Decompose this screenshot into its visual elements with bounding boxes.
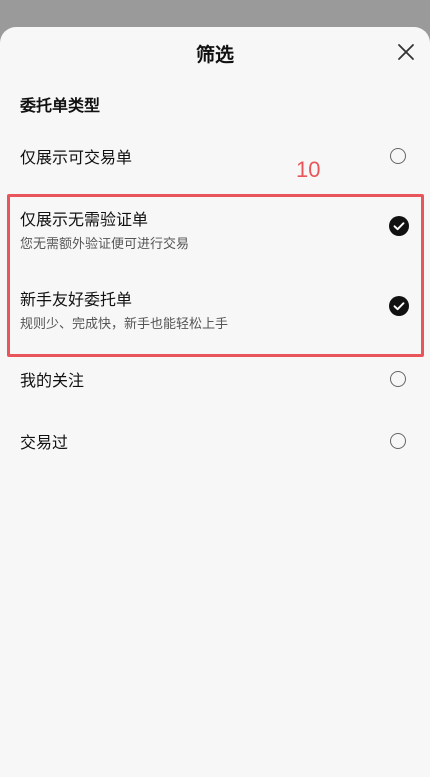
option-label: 仅展示无需验证单 (20, 210, 149, 229)
option-sublabel: 您无需额外验证便可进行交易 (20, 237, 190, 252)
annotation-number: 10 (296, 157, 321, 182)
radio-unchecked-icon[interactable] (390, 371, 406, 387)
option-traded-before[interactable]: 交易过 (0, 429, 430, 459)
option-label: 我的关注 (20, 371, 85, 390)
option-label: 仅展示可交易单 (20, 148, 133, 167)
option-beginner-friendly[interactable]: 新手友好委托单 规则少、完成快，新手也能轻松上手 (0, 286, 430, 336)
close-icon[interactable] (396, 42, 416, 62)
option-tradable-only[interactable]: 仅展示可交易单 (0, 144, 430, 174)
option-label: 新手友好委托单 (20, 290, 133, 309)
check-circle-icon[interactable] (389, 216, 409, 236)
option-no-verification[interactable]: 仅展示无需验证单 您无需额外验证便可进行交易 (0, 206, 430, 256)
option-sublabel: 规则少、完成快，新手也能轻松上手 (20, 317, 229, 332)
option-my-following[interactable]: 我的关注 (0, 367, 430, 397)
filter-sheet: 筛选 委托单类型 仅展示可交易单 仅展示无需验证单 您无需额外验证便可进行交易 … (0, 27, 430, 777)
sheet-title: 筛选 (195, 44, 234, 66)
radio-unchecked-icon[interactable] (390, 433, 406, 449)
option-label: 交易过 (20, 433, 69, 452)
check-circle-icon[interactable] (389, 296, 409, 316)
radio-unchecked-icon[interactable] (390, 148, 406, 164)
section-title-order-type: 委托单类型 (20, 96, 101, 115)
